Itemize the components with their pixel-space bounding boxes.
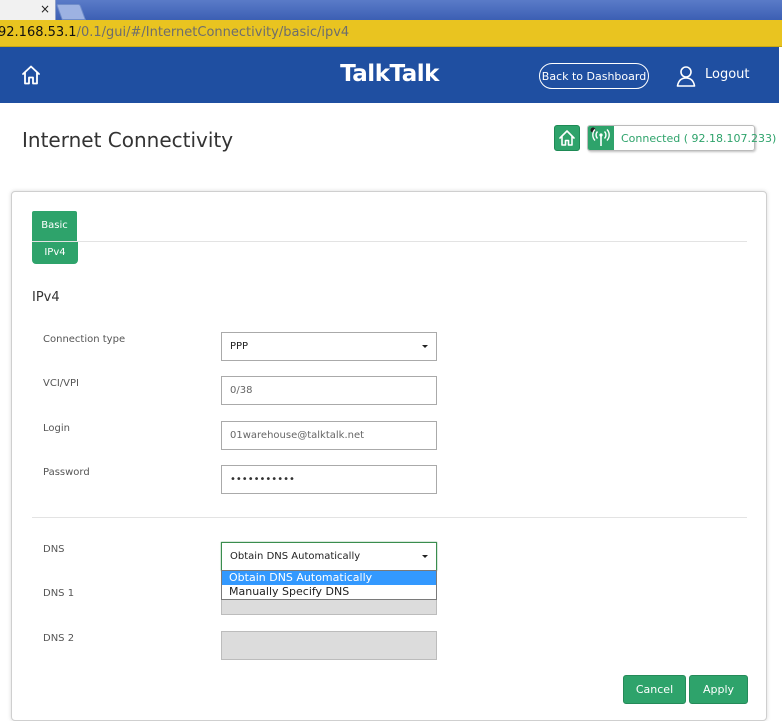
status-text: Connected ( 92.18.107.233) bbox=[621, 132, 777, 145]
chevron-down-icon bbox=[422, 555, 428, 558]
browser-tab[interactable]: × bbox=[0, 0, 56, 20]
cancel-button[interactable]: Cancel bbox=[623, 675, 686, 704]
dns2-label: DNS 2 bbox=[43, 633, 75, 644]
logout-link[interactable]: Logout bbox=[705, 67, 750, 82]
home-icon bbox=[559, 130, 575, 146]
dns2-input[interactable] bbox=[221, 631, 437, 660]
vci-vpi-label: VCI/VPI bbox=[43, 378, 79, 389]
talktalk-logo: TalkTalk bbox=[340, 61, 439, 87]
connection-type-value: PPP bbox=[230, 341, 249, 352]
browser-tab-strip: × bbox=[0, 0, 782, 20]
login-label: Login bbox=[43, 423, 70, 434]
login-input[interactable]: 01warehouse@talktalk.net bbox=[221, 421, 437, 450]
login-value: 01warehouse@talktalk.net bbox=[230, 430, 365, 441]
password-label: Password bbox=[43, 467, 90, 478]
apply-button[interactable]: Apply bbox=[689, 675, 748, 704]
back-to-dashboard-button[interactable]: Back to Dashboard bbox=[539, 63, 649, 89]
vci-vpi-value: 0/38 bbox=[230, 385, 253, 396]
chevron-down-icon bbox=[422, 345, 428, 348]
dns-label: DNS bbox=[43, 544, 65, 555]
app-header: TalkTalk Back to Dashboard Logout bbox=[0, 47, 779, 103]
status-home-button[interactable] bbox=[554, 125, 580, 151]
dns-value: Obtain DNS Automatically bbox=[230, 551, 361, 562]
tab-close-icon[interactable]: × bbox=[40, 2, 50, 16]
section-title: IPv4 bbox=[32, 290, 60, 305]
dns-dropdown-list: Obtain DNS Automatically Manually Specif… bbox=[221, 570, 437, 600]
tabs-divider bbox=[32, 241, 747, 242]
url-host: 92.168.53.1 bbox=[0, 25, 77, 40]
dns-select[interactable]: Obtain DNS Automatically bbox=[221, 542, 437, 571]
connection-status[interactable]: Connected ( 92.18.107.233) bbox=[587, 125, 776, 151]
url-text[interactable]: 92.168.53.1/0.1/gui/#/InternetConnectivi… bbox=[0, 25, 349, 40]
page-title: Internet Connectivity bbox=[22, 128, 234, 152]
user-icon[interactable] bbox=[675, 65, 697, 87]
subtab-ipv4[interactable]: IPv4 bbox=[32, 242, 78, 264]
wireless-signal-icon bbox=[590, 127, 610, 146]
new-tab-button[interactable] bbox=[56, 4, 86, 20]
dropdown-option-manual-dns[interactable]: Manually Specify DNS bbox=[222, 585, 436, 599]
dns1-label: DNS 1 bbox=[43, 588, 75, 599]
address-bar[interactable]: 92.168.53.1/0.1/gui/#/InternetConnectivi… bbox=[0, 20, 782, 47]
tab-basic[interactable]: Basic bbox=[32, 211, 77, 241]
connection-type-select[interactable]: PPP bbox=[221, 332, 437, 361]
password-input[interactable]: ••••••••••• bbox=[221, 465, 437, 494]
url-path: /0.1/gui/#/InternetConnectivity/basic/ip… bbox=[76, 25, 350, 40]
signal-box bbox=[588, 126, 614, 150]
vci-vpi-input[interactable]: 0/38 bbox=[221, 376, 437, 405]
dropdown-option-obtain-dns[interactable]: Obtain DNS Automatically bbox=[222, 571, 436, 585]
password-value: ••••••••••• bbox=[230, 474, 295, 485]
section-divider bbox=[32, 517, 747, 518]
connection-type-label: Connection type bbox=[43, 334, 126, 345]
